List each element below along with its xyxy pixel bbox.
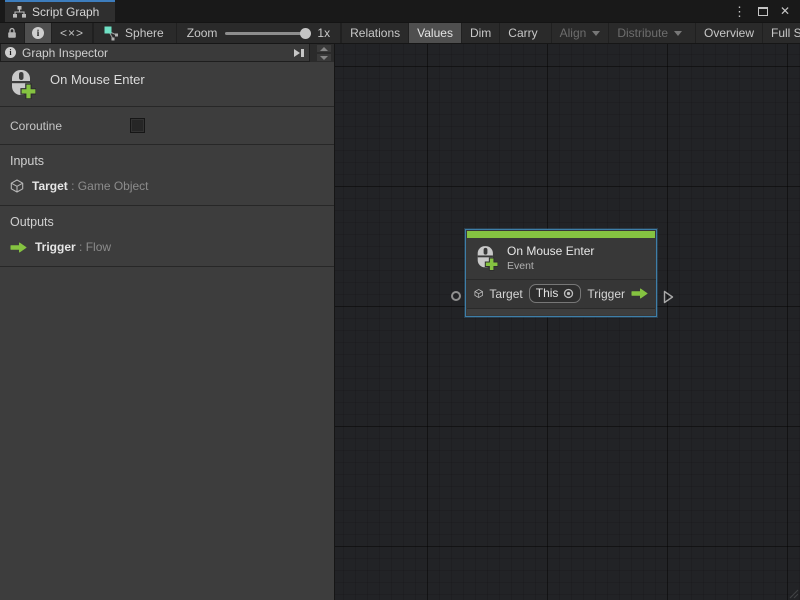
code-icon: <×> — [60, 26, 84, 40]
align-dropdown[interactable]: Align — [551, 23, 609, 43]
script-graph-window: Script Graph ⋮ ✕ i <×> — [0, 0, 800, 600]
dock-panel-icon[interactable] — [293, 48, 305, 58]
target-value: This — [536, 286, 559, 300]
cube-icon — [474, 287, 483, 300]
input-name: Target — [32, 179, 68, 193]
target-value-chip[interactable]: This — [529, 284, 582, 303]
node-event-colorbar — [467, 231, 655, 238]
zoom-slider-handle[interactable] — [300, 28, 311, 39]
scroll-up-button[interactable] — [317, 45, 331, 52]
edit-code-button[interactable]: <×> — [52, 23, 93, 43]
on-mouse-enter-icon — [476, 245, 498, 271]
input-type: : Game Object — [71, 179, 148, 193]
inspector-toggle-button[interactable]: i — [25, 23, 52, 43]
event-title: On Mouse Enter — [50, 72, 145, 87]
output-type: : Flow — [79, 240, 111, 254]
output-port-socket[interactable] — [663, 290, 674, 304]
script-graph-asset-icon — [104, 26, 119, 41]
info-icon: i — [5, 47, 16, 58]
dropdown-arrow-icon — [592, 31, 600, 36]
graph-asset[interactable]: Sphere — [93, 23, 177, 43]
graph-hierarchy-icon — [13, 6, 26, 18]
tab-bar: Script Graph ⋮ ✕ — [0, 0, 800, 22]
coroutine-checkbox[interactable] — [130, 118, 145, 133]
event-title-section: On Mouse Enter — [0, 62, 334, 107]
graph-canvas[interactable]: On Mouse Enter Event Target This — [335, 44, 800, 600]
chevron-up-icon — [320, 47, 328, 51]
info-icon: i — [32, 27, 44, 39]
on-mouse-enter-icon — [10, 69, 36, 99]
graph-name-label: Sphere — [125, 26, 164, 40]
output-name: Trigger — [35, 240, 76, 254]
zoom-control: Zoom 1x — [177, 23, 341, 43]
inspector-title: Graph Inspector — [22, 46, 287, 60]
inputs-header: Inputs — [10, 154, 324, 168]
maximize-icon[interactable] — [758, 7, 768, 16]
cube-icon — [10, 179, 24, 193]
distribute-dropdown[interactable]: Distribute — [608, 23, 690, 43]
scroll-down-button[interactable] — [317, 54, 331, 61]
toolbar-buttons: Relations Values Dim Carry Align Distrib… — [341, 23, 800, 43]
full-screen-button[interactable]: Full Screen — [762, 23, 800, 43]
node-footer — [467, 308, 655, 315]
node-port-row: Target This Trigger — [466, 279, 656, 308]
coroutine-label: Coroutine — [10, 119, 130, 133]
object-picker-icon[interactable] — [563, 288, 574, 299]
trigger-port-label: Trigger — [587, 287, 625, 301]
dim-button[interactable]: Dim — [461, 23, 499, 43]
outputs-section: Outputs Trigger : Flow — [0, 206, 334, 267]
inspector-header[interactable]: i Graph Inspector — [0, 44, 310, 62]
tab-label: Script Graph — [32, 5, 99, 19]
carry-button[interactable]: Carry — [499, 23, 545, 43]
graph-inspector-panel: i Graph Inspector — [0, 44, 335, 600]
graph-toolbar: i <×> Sphere Zoom 1x Relations Values Di… — [0, 22, 800, 44]
inputs-section: Inputs Target : Game Object — [0, 145, 334, 206]
window-menu-icon[interactable]: ⋮ — [733, 5, 746, 18]
lock-button[interactable] — [0, 23, 25, 43]
zoom-slider[interactable] — [225, 32, 309, 35]
tab-script-graph[interactable]: Script Graph — [5, 0, 115, 22]
inspector-empty-area — [0, 267, 334, 600]
window-controls: ⋮ ✕ — [733, 0, 800, 22]
input-port-socket[interactable] — [451, 291, 461, 301]
zoom-value: 1x — [317, 26, 330, 40]
target-port-label: Target — [489, 287, 522, 301]
node-header[interactable]: On Mouse Enter Event — [466, 238, 656, 279]
lock-icon — [7, 27, 17, 39]
flow-arrow-icon — [10, 242, 27, 253]
node-title: On Mouse Enter — [507, 244, 594, 258]
node-subtitle: Event — [507, 260, 594, 272]
overview-button[interactable]: Overview — [695, 23, 762, 43]
close-icon[interactable]: ✕ — [780, 5, 790, 17]
zoom-label: Zoom — [187, 26, 218, 40]
dropdown-arrow-icon — [674, 31, 682, 36]
values-button[interactable]: Values — [408, 23, 461, 43]
flow-arrow-icon — [631, 288, 648, 299]
coroutine-section: Coroutine — [0, 107, 334, 145]
inspector-header-row: i Graph Inspector — [0, 44, 334, 62]
panel-scroll-spinner — [317, 45, 331, 61]
output-row-trigger: Trigger : Flow — [10, 240, 324, 254]
on-mouse-enter-node[interactable]: On Mouse Enter Event Target This — [465, 229, 657, 317]
resize-grip-icon[interactable] — [789, 589, 799, 599]
input-row-target: Target : Game Object — [10, 179, 324, 193]
chevron-down-icon — [320, 56, 328, 60]
relations-button[interactable]: Relations — [341, 23, 408, 43]
outputs-header: Outputs — [10, 215, 324, 229]
